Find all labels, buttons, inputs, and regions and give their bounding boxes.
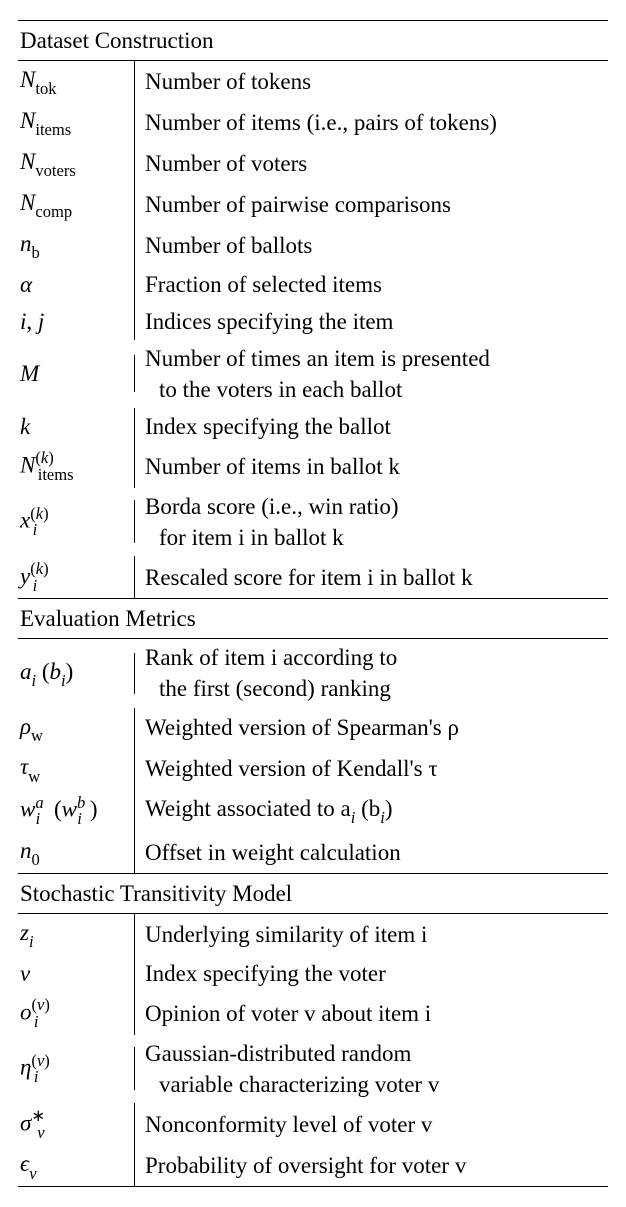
- symbol-cell: ai (bi): [18, 653, 135, 694]
- description-cell: Number of items (i.e., pairs of tokens): [135, 104, 608, 141]
- description-cell: Number of pairwise comparisons: [135, 186, 608, 223]
- symbol-cell: Ncomp: [18, 184, 135, 225]
- description-cell: Rank of item i according tothe first (se…: [135, 639, 608, 707]
- symbol-cell: η(v)i: [18, 1047, 135, 1090]
- symbol-cell: zi: [18, 914, 135, 955]
- table-row: o(v)iOpinion of voter v about item i: [18, 992, 608, 1035]
- table-row: αFraction of selected items: [18, 266, 608, 303]
- section-title: Dataset Construction: [18, 20, 608, 60]
- table-row: ziUnderlying similarity of item i: [18, 914, 608, 955]
- description-cell: Weight associated to ai (bi): [135, 790, 608, 831]
- description-cell: Weighted version of Spearman's ρ: [135, 709, 608, 746]
- description-cell: Rescaled score for item i in ballot k: [135, 559, 608, 596]
- description-cell: Indices specifying the item: [135, 303, 608, 340]
- table-row: ϵvProbability of oversight for voter v: [18, 1145, 608, 1186]
- symbol-cell: n0: [18, 832, 135, 873]
- table-row: kIndex specifying the ballot: [18, 408, 608, 445]
- description-cell: Weighted version of Kendall's τ: [135, 750, 608, 787]
- symbol-cell: wai (wbi): [18, 789, 135, 832]
- symbol-cell: k: [18, 408, 135, 445]
- table-row: NcompNumber of pairwise comparisons: [18, 184, 608, 225]
- description-cell: Index specifying the voter: [135, 955, 608, 992]
- symbol-cell: Ntok: [18, 61, 135, 102]
- description-cell: Number of tokens: [135, 63, 608, 100]
- table-row: NvotersNumber of voters: [18, 143, 608, 184]
- table-row: x(k)iBorda score (i.e., win ratio)for it…: [18, 488, 608, 556]
- table-row: wai (wbi)Weight associated to ai (bi): [18, 789, 608, 832]
- description-cell: Nonconformity level of voter v: [135, 1106, 608, 1143]
- symbol-cell: ρw: [18, 708, 135, 749]
- symbol-cell: nb: [18, 225, 135, 266]
- symbol-cell: N(k)items: [18, 445, 135, 488]
- table-row: vIndex specifying the voter: [18, 955, 608, 992]
- table-row: MNumber of times an item is presentedto …: [18, 340, 608, 408]
- description-cell: Number of items in ballot k: [135, 448, 608, 485]
- table-row: τwWeighted version of Kendall's τ: [18, 748, 608, 789]
- description-cell: Underlying similarity of item i: [135, 916, 608, 953]
- symbol-cell: τw: [18, 748, 135, 789]
- section-title: Stochastic Transitivity Model: [18, 873, 608, 913]
- description-cell: Number of times an item is presentedto t…: [135, 340, 608, 408]
- table-row: i, jIndices specifying the item: [18, 303, 608, 340]
- table-row: NitemsNumber of items (i.e., pairs of to…: [18, 102, 608, 143]
- description-cell: Opinion of voter v about item i: [135, 995, 608, 1032]
- symbol-cell: ϵv: [18, 1145, 135, 1186]
- section-title: Evaluation Metrics: [18, 598, 608, 638]
- description-cell: Index specifying the ballot: [135, 408, 608, 445]
- description-cell: Borda score (i.e., win ratio)for item i …: [135, 488, 608, 556]
- symbol-cell: Nvoters: [18, 143, 135, 184]
- symbol-cell: x(k)i: [18, 500, 135, 543]
- table-row: ρwWeighted version of Spearman's ρ: [18, 708, 608, 749]
- table-row: N(k)itemsNumber of items in ballot k: [18, 445, 608, 488]
- table-row: σ∗vNonconformity level of voter v: [18, 1103, 608, 1146]
- symbol-cell: M: [18, 355, 135, 392]
- symbol-cell: y(k)i: [18, 556, 135, 599]
- symbol-cell: v: [18, 955, 135, 992]
- description-cell: Offset in weight calculation: [135, 834, 608, 871]
- table-row: ai (bi)Rank of item i according tothe fi…: [18, 639, 608, 707]
- notation-table: Dataset ConstructionNtokNumber of tokens…: [18, 20, 608, 1187]
- table-row: η(v)iGaussian-distributed randomvariable…: [18, 1035, 608, 1103]
- table-row: y(k)iRescaled score for item i in ballot…: [18, 556, 608, 599]
- description-cell: Gaussian-distributed randomvariable char…: [135, 1035, 608, 1103]
- description-cell: Number of voters: [135, 145, 608, 182]
- table-row: NtokNumber of tokens: [18, 61, 608, 102]
- description-cell: Fraction of selected items: [135, 266, 608, 303]
- symbol-cell: i, j: [18, 303, 135, 340]
- symbol-cell: σ∗v: [18, 1103, 135, 1146]
- description-cell: Number of ballots: [135, 227, 608, 264]
- symbol-cell: α: [18, 266, 135, 303]
- description-cell: Probability of oversight for voter v: [135, 1147, 608, 1184]
- table-row: nbNumber of ballots: [18, 225, 608, 266]
- table-row: n0Offset in weight calculation: [18, 832, 608, 873]
- symbol-cell: Nitems: [18, 102, 135, 143]
- symbol-cell: o(v)i: [18, 992, 135, 1035]
